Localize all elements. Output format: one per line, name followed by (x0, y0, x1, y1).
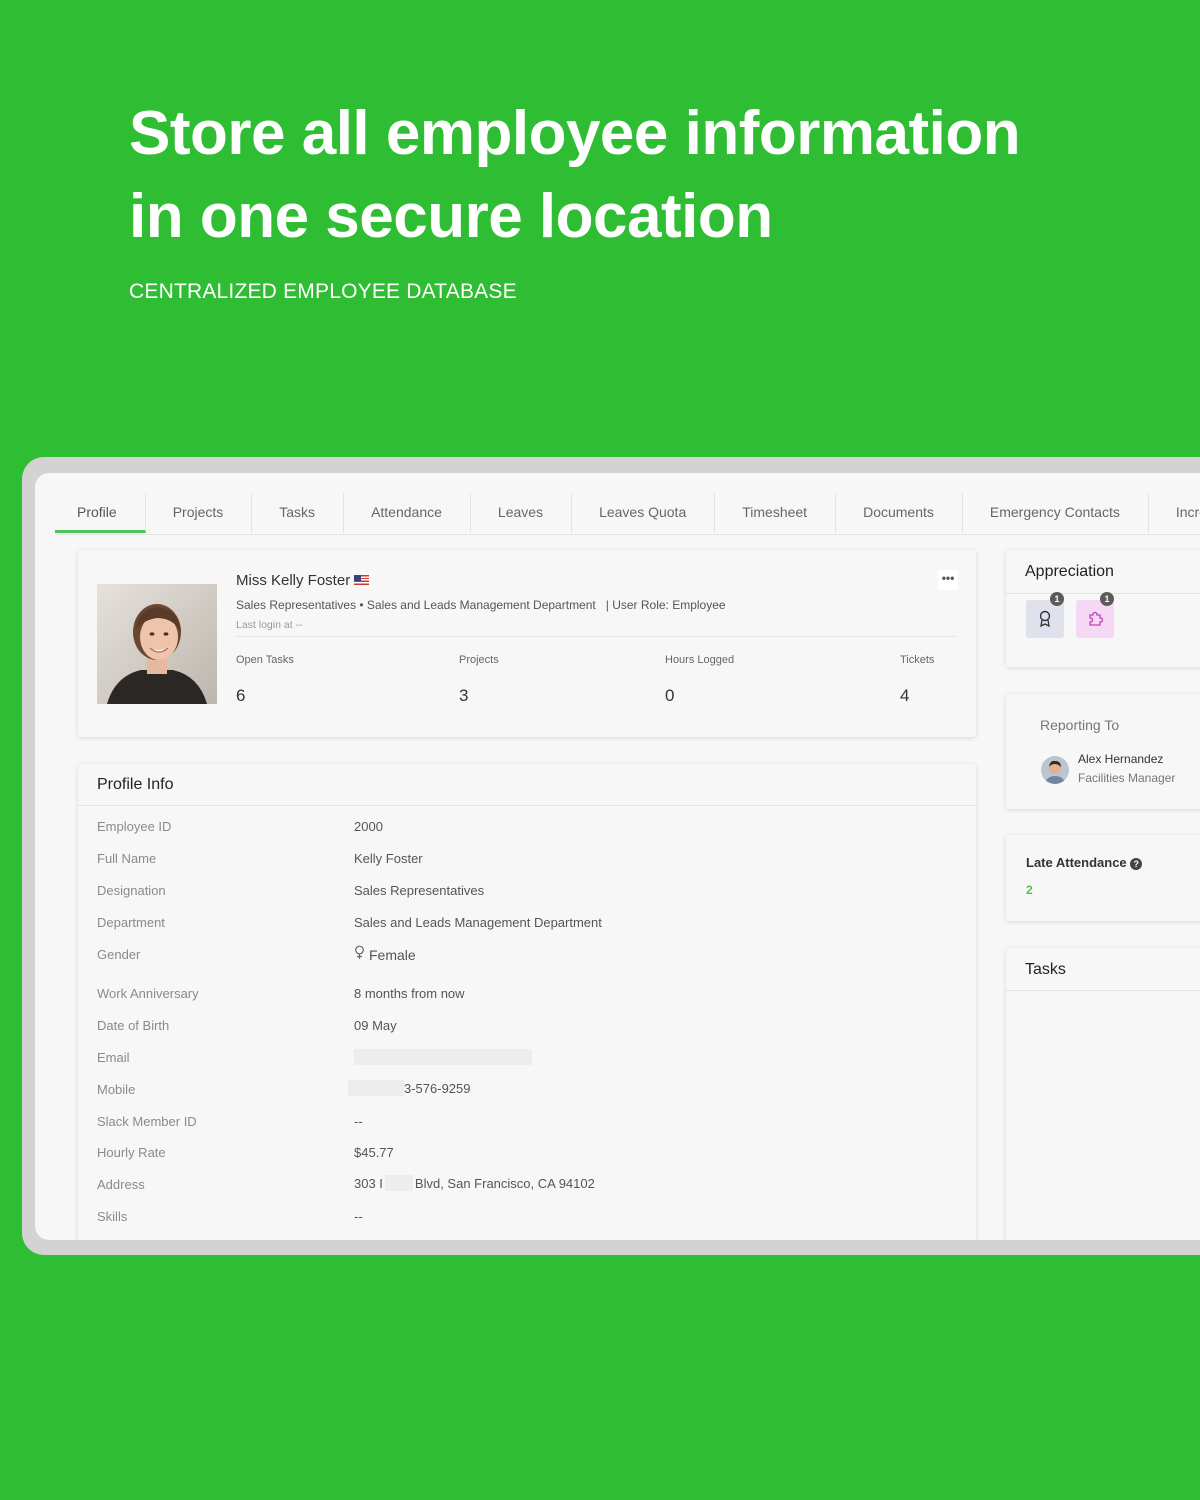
stat-projects-value: 3 (459, 686, 469, 705)
work-anniversary-value: 8 months from now (354, 986, 465, 1001)
row-label: Designation (97, 883, 166, 898)
hero-title: Store all employee information in one se… (129, 92, 1129, 258)
app-screen: Profile Projects Tasks Attendance Leaves… (35, 473, 1200, 1240)
reporting-to-card: Reporting To Alex Hernandez Facilities M… (1006, 694, 1200, 809)
us-flag-icon (354, 575, 370, 585)
tab-emergency-contacts[interactable]: Emergency Contacts (963, 493, 1149, 533)
reporting-to-title: Reporting To (1040, 717, 1120, 733)
divider (236, 636, 956, 637)
more-options-button[interactable]: ••• (938, 570, 958, 590)
divider (1006, 990, 1200, 991)
tasks-title: Tasks (1025, 961, 1066, 978)
address-prefix: 303 I (354, 1176, 383, 1191)
row-label: Gender (97, 947, 141, 962)
employee-meta: Sales Representatives • Sales and Leads … (236, 598, 726, 612)
divider (78, 805, 976, 806)
stat-tickets-label: Tickets (900, 654, 935, 666)
tab-tasks[interactable]: Tasks (252, 493, 345, 533)
profile-card: Miss Kelly Foster Sales Representatives … (78, 550, 976, 737)
last-login: Last login at -- (236, 619, 303, 631)
row-label: Skills (97, 1209, 128, 1224)
tab-attendance[interactable]: Attendance (344, 493, 471, 533)
slack-id-value: -- (354, 1114, 363, 1129)
badge-count: 1 (1100, 592, 1114, 606)
tab-leaves-quota[interactable]: Leaves Quota (572, 493, 716, 533)
puzzle-icon (1087, 611, 1104, 632)
stat-tickets-value: 4 (900, 686, 910, 705)
row-label: Work Anniversary (97, 986, 199, 1001)
female-icon (354, 945, 365, 963)
row-label: Address (97, 1177, 145, 1192)
tab-documents[interactable]: Documents (836, 493, 963, 533)
employee-id-value: 2000 (354, 819, 383, 834)
profile-info-card: Profile Info Employee ID 2000 Full Name … (78, 764, 976, 1240)
hero-title-line-1: Store all employee information (129, 99, 1021, 168)
avatar[interactable] (1041, 756, 1069, 784)
tab-leaves[interactable]: Leaves (471, 493, 573, 533)
manager-role: Facilities Manager (1078, 771, 1176, 785)
row-label: Date of Birth (97, 1018, 170, 1033)
address-text: Blvd, San Francisco, CA 94102 (414, 1176, 595, 1191)
late-attendance-value: 2 (1026, 883, 1033, 897)
hero-subtitle: CENTRALIZED EMPLOYEE DATABASE (129, 280, 517, 303)
stat-open-tasks-value: 6 (236, 686, 246, 705)
late-attendance-title-text: Late Attendance (1026, 855, 1127, 870)
late-attendance-title: Late Attendance ? (1026, 855, 1143, 870)
row-label: Department (97, 915, 165, 930)
stat-projects-label: Projects (459, 654, 499, 666)
row-label: Hourly Rate (97, 1145, 166, 1160)
redacted-block (384, 1175, 413, 1191)
stat-hours-logged-value: 0 (665, 686, 675, 705)
row-label: Email (97, 1050, 130, 1065)
row-label: Full Name (97, 851, 157, 866)
manager-name[interactable]: Alex Hernandez (1078, 752, 1163, 766)
badge-count: 1 (1050, 592, 1064, 606)
row-label: Mobile (97, 1082, 136, 1097)
appreciation-title: Appreciation (1025, 563, 1114, 580)
designation-value: Sales Representatives (354, 883, 485, 898)
stat-hours-logged-label: Hours Logged (665, 654, 735, 666)
gender-text: Female (369, 947, 416, 963)
redacted-block (354, 1049, 532, 1065)
tab-bar: Profile Projects Tasks Attendance Leaves… (55, 491, 1200, 535)
hero-title-line-2: in one secure location (129, 182, 773, 251)
mobile-value: 3-576-9259 (348, 1080, 471, 1096)
employee-photo (97, 584, 217, 704)
stat-open-tasks-label: Open Tasks (236, 654, 294, 666)
appreciation-card: Appreciation 1 1 (1006, 550, 1200, 667)
row-label: Slack Member ID (97, 1114, 197, 1129)
tab-projects[interactable]: Projects (146, 493, 253, 533)
full-name-value: Kelly Foster (354, 851, 423, 866)
row-label: Employee ID (97, 819, 172, 834)
hourly-rate-value: $45.77 (354, 1145, 394, 1160)
mobile-text: 3-576-9259 (404, 1081, 471, 1096)
appreciation-badge[interactable]: 1 (1076, 592, 1114, 638)
appreciation-badge[interactable]: 1 (1026, 592, 1064, 638)
late-attendance-card: Late Attendance ? 2 (1006, 835, 1200, 921)
tab-profile[interactable]: Profile (55, 493, 146, 533)
help-icon[interactable]: ? (1130, 858, 1143, 870)
skills-value: -- (354, 1209, 363, 1224)
department-value: Sales and Leads Management Department (354, 915, 602, 930)
tasks-card: Tasks (1006, 948, 1200, 1240)
date-of-birth-value: 09 May (354, 1018, 397, 1033)
address-value: 303 I Blvd, San Francisco, CA 94102 (354, 1175, 595, 1191)
email-value (354, 1049, 532, 1065)
tab-increments[interactable]: Incre (1149, 493, 1200, 533)
profile-info-title: Profile Info (97, 776, 174, 793)
gender-value: Female (354, 945, 416, 963)
redacted-block (348, 1080, 404, 1096)
tab-timesheet[interactable]: Timesheet (715, 493, 837, 533)
employee-name: Miss Kelly Foster (236, 572, 370, 589)
award-ribbon-icon (1038, 610, 1052, 633)
employee-name-text: Miss Kelly Foster (236, 572, 351, 589)
